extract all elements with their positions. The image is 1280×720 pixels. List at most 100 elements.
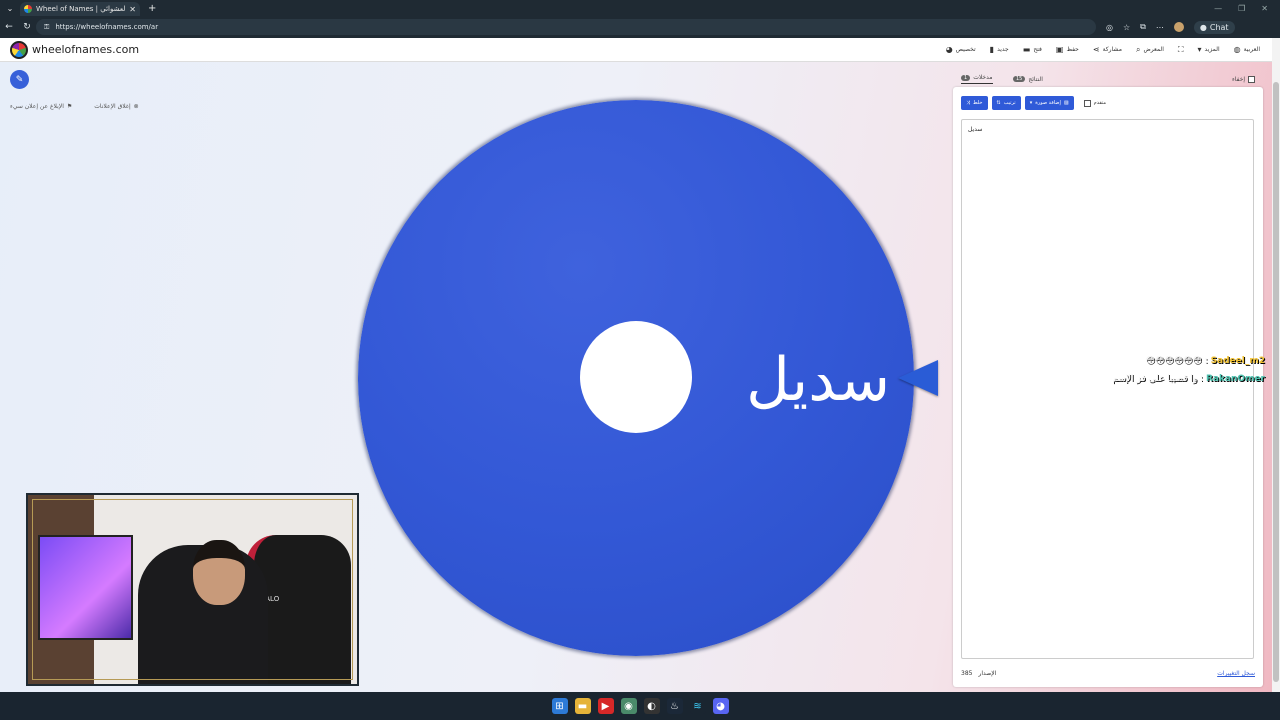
- tab-results-label: النتائج: [1028, 75, 1043, 83]
- close-circle-icon: ⊗: [133, 103, 139, 110]
- gallery-button[interactable]: ⌕ المعرض: [1136, 45, 1164, 55]
- favicon-icon: [24, 5, 32, 13]
- scroll-thumb[interactable]: [1273, 82, 1279, 682]
- chat-button[interactable]: ● Chat: [1193, 20, 1235, 34]
- shuffle-icon: ⤨: [966, 100, 971, 106]
- webcam-pc-case: [38, 535, 133, 640]
- site-info-icon[interactable]: ⚿: [44, 23, 49, 32]
- changelog-link[interactable]: سجل التغييرات: [1217, 670, 1255, 677]
- fullscreen-button[interactable]: ⛶: [1178, 45, 1184, 55]
- sort-label: ترتيب: [1003, 100, 1016, 106]
- chat-message: RakanOmer : وا قصيبا على فز الإسم: [1112, 374, 1265, 384]
- chat-username: RakanOmer: [1205, 374, 1265, 384]
- results-count-badge: 15: [1013, 76, 1026, 82]
- sort-icon: ⇅: [996, 100, 1001, 106]
- save-label: حفظ: [1066, 46, 1079, 53]
- reload-icon[interactable]: ↻: [18, 22, 36, 32]
- steam-icon[interactable]: ♨: [666, 698, 683, 714]
- discord-icon[interactable]: ◕: [712, 698, 729, 714]
- edit-wheel-button[interactable]: ✎: [10, 70, 29, 89]
- url-text: https://wheelofnames.com/ar: [55, 23, 159, 31]
- gallery-label: المعرض: [1143, 46, 1164, 53]
- tab-entries[interactable]: 1 مدخلات: [961, 74, 993, 84]
- flag-icon: ⚑: [66, 103, 73, 110]
- youtube-icon[interactable]: ▶: [597, 698, 614, 714]
- webcam-overlay: HALO: [26, 493, 359, 686]
- chat-label: Chat: [1209, 22, 1229, 32]
- hide-toggle[interactable]: إخفاء: [1231, 75, 1255, 83]
- site-logo[interactable]: wheelofnames.com: [0, 40, 139, 59]
- browser-tabbar: ⌄ Wheel of Names | الاسم العشوائي ✕ + — …: [0, 0, 1280, 16]
- language-label: العربية: [1243, 46, 1260, 53]
- wave-app-icon[interactable]: ≋: [689, 698, 706, 714]
- browser-icon[interactable]: ◉: [620, 698, 637, 714]
- chat-username: Sadeel_m2: [1210, 356, 1265, 366]
- advanced-checkbox[interactable]: [1083, 99, 1091, 107]
- customize-button[interactable]: ◕ تخصيص: [946, 45, 976, 54]
- save-button[interactable]: ▣ حفظ: [1056, 45, 1079, 54]
- more-label: المزيد: [1204, 46, 1220, 53]
- window-controls: — ❐ ✕: [1214, 4, 1280, 13]
- copilot-icon: ●: [1199, 22, 1207, 32]
- browser-tab[interactable]: Wheel of Names | الاسم العشوائي ✕: [20, 2, 140, 16]
- more-menu-button[interactable]: ▾ المزيد: [1198, 45, 1220, 54]
- new-button[interactable]: ▮ جديد: [990, 45, 1009, 54]
- close-window-icon[interactable]: ✕: [1261, 4, 1268, 13]
- close-ads-link[interactable]: ⊗ إغلاق الإعلانات: [94, 103, 138, 110]
- top-menu: ◕ تخصيص ▮ جديد ▬ فتح ▣ حفظ ⋖ مشاركة ⌕ المعرض ⛶…: [946, 45, 1272, 55]
- sort-button[interactable]: ⇅ ترتيب: [991, 96, 1021, 110]
- add-image-button[interactable]: ▾ إضافة صورة ▨: [1024, 96, 1074, 110]
- open-label: فتح: [1033, 46, 1042, 53]
- start-icon[interactable]: ⊞: [551, 698, 568, 714]
- wheel-segment-label: سديل: [746, 345, 890, 415]
- open-button[interactable]: ▬ فتح: [1023, 45, 1042, 54]
- app-header: wheelofnames.com ◕ تخصيص ▮ جديد ▬ فتح ▣ حفظ …: [0, 38, 1272, 62]
- add-image-label: إضافة صورة: [1035, 100, 1061, 106]
- hide-checkbox[interactable]: [1248, 75, 1255, 83]
- more-icon[interactable]: ⋯: [1156, 23, 1164, 32]
- wheel-logo-icon: [10, 40, 28, 59]
- save-icon: ▣: [1055, 45, 1064, 54]
- extension-icon[interactable]: ◎: [1106, 23, 1113, 32]
- advanced-toggle[interactable]: متقدم: [1083, 99, 1107, 107]
- obs-icon[interactable]: ◐: [643, 698, 660, 714]
- globe-icon: ◍: [1233, 45, 1241, 54]
- advanced-label: متقدم: [1093, 100, 1107, 106]
- new-tab-icon[interactable]: +: [148, 3, 156, 14]
- close-tab-icon[interactable]: ✕: [129, 5, 136, 14]
- tab-entries-label: مدخلات: [973, 74, 993, 81]
- folder-icon: ▬: [1022, 45, 1031, 54]
- minimize-icon[interactable]: —: [1214, 4, 1222, 13]
- tab-title: Wheel of Names | الاسم العشوائي: [36, 5, 126, 13]
- profile-avatar[interactable]: [1173, 22, 1184, 32]
- wheel-pointer-icon: [898, 360, 938, 396]
- close-ads-label: إغلاق الإعلانات: [94, 103, 131, 110]
- url-bar[interactable]: ⚿ https://wheelofnames.com/ar: [36, 19, 1096, 35]
- version-number: 385: [961, 670, 973, 677]
- new-label: جديد: [997, 46, 1009, 53]
- shuffle-button[interactable]: ⤨ خلط: [961, 96, 988, 110]
- file-explorer-icon[interactable]: ▬: [574, 698, 591, 714]
- entries-toolbar: ⤨ خلط ⇅ ترتيب ▾ إضافة صورة ▨ متقدم: [961, 96, 1106, 110]
- entries-count-badge: 1: [961, 74, 971, 81]
- report-ad-label: الإبلاغ عن إعلان سيء: [10, 103, 64, 110]
- version-label: الإصدار: [978, 670, 997, 677]
- share-button[interactable]: ⋖ مشاركة: [1093, 45, 1122, 54]
- tab-list-icon[interactable]: ⌄: [0, 4, 20, 13]
- language-button[interactable]: ◍ العربية: [1234, 45, 1260, 54]
- address-toolbar: ← ↻ ⚿ https://wheelofnames.com/ar ◎ ☆ ⧉ …: [0, 16, 1280, 38]
- collections-icon[interactable]: ⧉: [1140, 22, 1146, 32]
- search-icon: ⌕: [1135, 44, 1141, 54]
- file-icon: ▮: [989, 45, 995, 54]
- back-icon[interactable]: ←: [0, 22, 18, 32]
- fullscreen-icon: ⛶: [1177, 44, 1184, 54]
- tab-results[interactable]: 15 النتائج: [1013, 76, 1043, 83]
- favorite-icon[interactable]: ☆: [1123, 23, 1130, 32]
- share-icon: ⋖: [1092, 45, 1100, 54]
- maximize-icon[interactable]: ❐: [1238, 4, 1245, 13]
- report-ad-link[interactable]: ⚑ الإبلاغ عن إعلان سيء: [10, 103, 72, 110]
- wheel-hub[interactable]: [580, 321, 692, 433]
- hide-label: إخفاء: [1231, 75, 1245, 83]
- webcam-person-head: [193, 540, 245, 605]
- page-scrollbar[interactable]: [1272, 38, 1280, 692]
